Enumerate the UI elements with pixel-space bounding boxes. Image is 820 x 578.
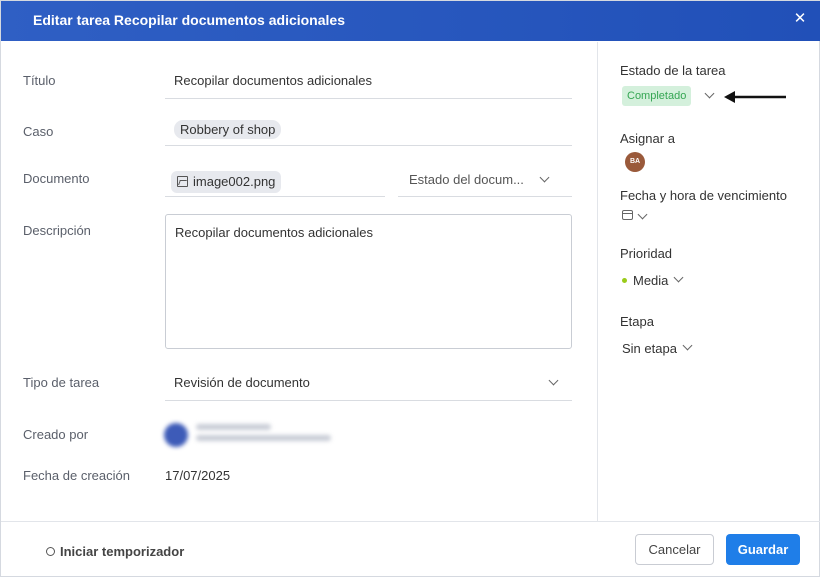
chevron-down-icon[interactable]	[548, 375, 559, 386]
assign-label: Asignar a	[620, 131, 675, 146]
chevron-down-icon[interactable]	[637, 209, 648, 220]
dialog-title: Editar tarea Recopilar documentos adicio…	[33, 12, 345, 28]
document-label: Documento	[23, 171, 90, 186]
case-label: Caso	[23, 124, 54, 139]
start-timer-button[interactable]: Iniciar temporizador	[46, 544, 184, 559]
priority-select[interactable]: Media	[633, 273, 668, 288]
creator-avatar	[164, 423, 188, 447]
creator-email-blurred	[196, 435, 331, 441]
stage-select[interactable]: Sin etapa	[622, 341, 677, 356]
task-sidebar: Estado de la tarea Completado Asignar a …	[597, 42, 820, 521]
start-timer-label: Iniciar temporizador	[60, 544, 185, 559]
description-label: Descripción	[23, 223, 91, 238]
title-label: Título	[23, 73, 56, 88]
document-status-select[interactable]: Estado del docum...	[409, 172, 524, 187]
created-by-label: Creado por	[23, 427, 89, 442]
edit-task-dialog: Editar tarea Recopilar documentos adicio…	[0, 0, 820, 577]
task-form: Título Recopilar documentos adicionales …	[1, 42, 597, 521]
cancel-button[interactable]: Cancelar	[635, 534, 714, 565]
chevron-down-icon[interactable]	[682, 340, 693, 351]
chevron-down-icon[interactable]	[673, 272, 684, 283]
created-date-label: Fecha de creación	[23, 468, 130, 483]
creator-name-blurred	[196, 424, 271, 430]
chevron-down-icon[interactable]	[539, 172, 550, 183]
due-date-label: Fecha y hora de vencimiento	[620, 188, 787, 203]
stage-label: Etapa	[620, 314, 654, 329]
case-chip[interactable]: Robbery of shop	[174, 120, 282, 139]
save-button[interactable]: Guardar	[726, 534, 800, 565]
dialog-header: Editar tarea Recopilar documentos adicio…	[1, 1, 820, 41]
arrow-annotation-icon	[724, 91, 786, 103]
image-icon	[177, 176, 188, 187]
case-underline	[165, 145, 572, 146]
avatar[interactable]: BA	[625, 152, 645, 172]
document-file-name: image002.png	[193, 174, 276, 189]
dialog-footer: Iniciar temporizador Cancelar Guardar	[1, 521, 820, 578]
timer-icon	[46, 547, 55, 556]
chevron-down-icon[interactable]	[704, 88, 715, 99]
task-type-underline	[165, 400, 572, 401]
title-input[interactable]: Recopilar documentos adicionales	[174, 73, 372, 88]
status-badge[interactable]: Completado	[622, 86, 692, 106]
status-label: Estado de la tarea	[620, 63, 726, 78]
priority-dot-icon	[622, 278, 627, 283]
description-textarea[interactable]: Recopilar documentos adicionales	[165, 214, 572, 349]
task-type-label: Tipo de tarea	[23, 375, 100, 390]
document-status-underline	[398, 196, 572, 197]
document-underline	[165, 196, 385, 197]
calendar-icon[interactable]	[622, 210, 633, 220]
priority-label: Prioridad	[620, 246, 673, 261]
created-date-value: 17/07/2025	[165, 468, 231, 483]
title-underline	[165, 98, 572, 99]
task-type-select[interactable]: Revisión de documento	[174, 375, 310, 390]
close-icon[interactable]: ✕	[789, 9, 811, 31]
document-file-chip[interactable]: image002.png	[171, 171, 282, 193]
